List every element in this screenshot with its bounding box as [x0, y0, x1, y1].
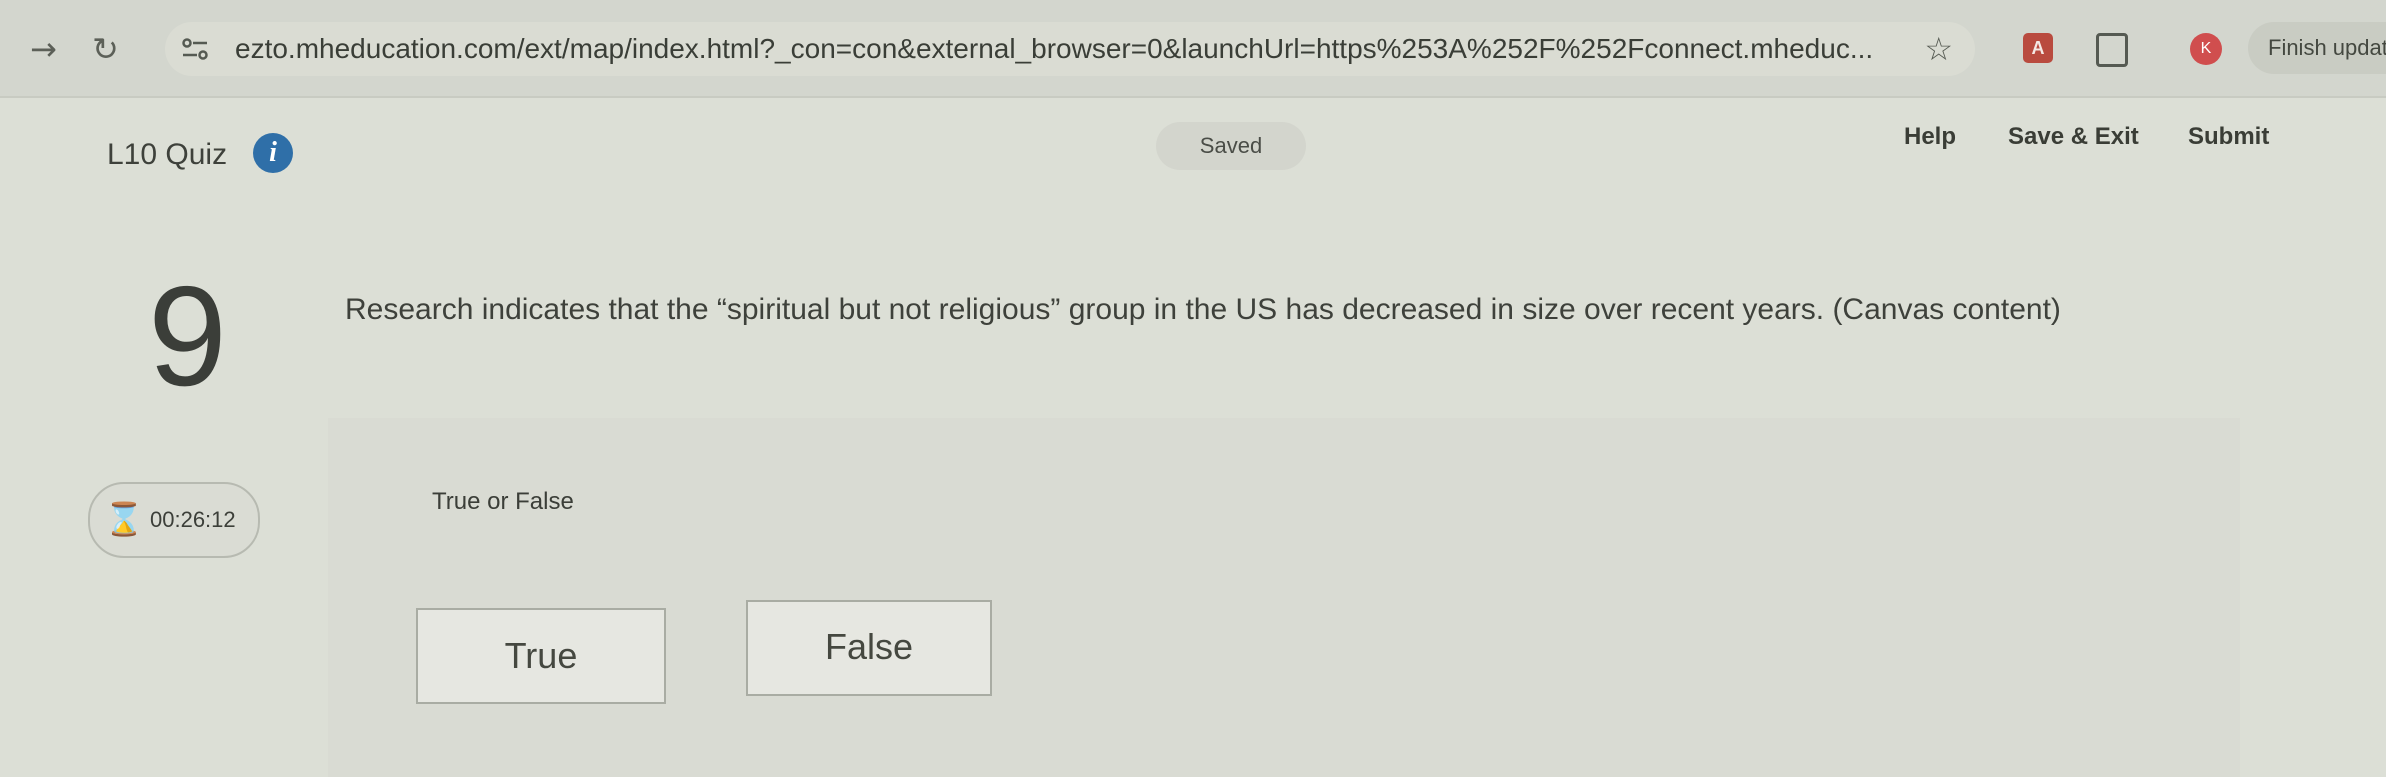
address-bar[interactable]: ezto.mheducation.com/ext/map/index.html?… [165, 22, 1975, 76]
answer-panel [328, 418, 2240, 777]
submit-button[interactable]: Submit [2188, 123, 2269, 151]
profile-avatar[interactable]: K [2190, 33, 2222, 65]
timer: ⌛ 00:26:12 [88, 482, 260, 558]
question-number: 9 [148, 257, 227, 416]
extensions-icon[interactable] [2096, 33, 2128, 67]
quiz-page: → ↻ ezto.mheducation.com/ext/map/index.h… [0, 0, 2386, 777]
info-icon[interactable]: i [253, 133, 293, 173]
question-text: Research indicates that the “spiritual b… [345, 293, 2061, 326]
save-exit-button[interactable]: Save & Exit [2008, 123, 2139, 151]
hourglass-icon: ⌛ [104, 500, 144, 538]
url-text[interactable]: ezto.mheducation.com/ext/map/index.html?… [235, 33, 1895, 65]
false-choice-button[interactable]: False [746, 600, 992, 696]
answer-type-label: True or False [432, 488, 574, 515]
bookmark-star-icon[interactable]: ☆ [1924, 30, 1953, 68]
forward-arrow-icon[interactable]: → [30, 30, 57, 68]
pdf-extension-icon[interactable]: A [2023, 33, 2053, 63]
help-button[interactable]: Help [1904, 123, 1956, 151]
browser-toolbar: → ↻ ezto.mheducation.com/ext/map/index.h… [0, 0, 2386, 98]
true-choice-button[interactable]: True [416, 608, 666, 704]
site-settings-icon[interactable] [179, 33, 211, 65]
saved-status-badge: Saved [1156, 122, 1306, 170]
finish-update-button[interactable]: Finish updat [2248, 22, 2386, 74]
timer-value: 00:26:12 [150, 507, 236, 532]
quiz-title: L10 Quiz [107, 138, 228, 171]
reload-icon[interactable]: ↻ [92, 30, 119, 68]
